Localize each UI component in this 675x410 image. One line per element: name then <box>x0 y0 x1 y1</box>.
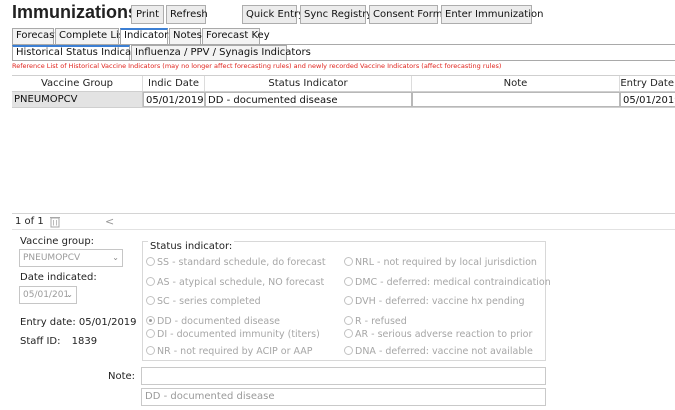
staff-id-label: Staff ID: <box>20 336 61 347</box>
status-option-ar[interactable]: AR - serious adverse reaction to prior <box>344 329 532 341</box>
subtab-divider <box>12 60 675 61</box>
entry-date-label: Entry date: <box>20 317 76 328</box>
tab-complete-list[interactable]: Complete List <box>55 28 128 44</box>
status-option-as[interactable]: AS - atypical schedule, NO forecast <box>146 277 324 289</box>
status-indicator-label: Status indicator: <box>148 241 235 252</box>
refresh-button[interactable]: Refresh <box>166 5 208 24</box>
vaccine-group-select[interactable]: PNEUMOPCV ⌄ <box>19 249 123 267</box>
status-option-sc[interactable]: SC - series completed <box>146 296 261 308</box>
delete-icon[interactable] <box>50 216 60 228</box>
cell-indic-date: 05/01/2019 <box>143 92 205 107</box>
vaccine-group-value: PNEUMOPCV <box>23 253 81 263</box>
column-header-indic-date[interactable]: Indic Date <box>143 76 205 91</box>
radio-icon <box>146 346 155 355</box>
radio-icon <box>146 257 155 266</box>
note-label: Note: <box>108 371 136 382</box>
radio-icon <box>344 257 353 266</box>
status-option-label: SS - standard schedule, do forecast <box>157 257 326 268</box>
date-indicated-picker[interactable]: 05/01/201 ⌄ <box>19 286 77 304</box>
status-option-label: DNA - deferred: vaccine not available <box>355 346 533 357</box>
pagination-bar: 1 of 1 < <box>12 213 675 229</box>
status-option-dd[interactable]: DD - documented disease <box>146 316 280 328</box>
radio-icon <box>344 346 353 355</box>
table-header: Vaccine Group Indic Date Status Indicato… <box>12 76 675 91</box>
status-option-label: AS - atypical schedule, NO forecast <box>157 277 325 288</box>
status-option-label: DD - documented disease <box>157 316 281 327</box>
status-option-dvh[interactable]: DVH - deferred: vaccine hx pending <box>344 296 525 308</box>
form-divider <box>12 229 675 230</box>
status-option-label: R - refused <box>355 316 407 327</box>
status-description-field: DD - documented disease <box>141 388 546 406</box>
reference-note: Reference List of Historical Vaccine Ind… <box>12 62 502 70</box>
status-option-label: DI - documented immunity (titers) <box>157 329 320 340</box>
status-option-r[interactable]: R - refused <box>344 316 407 328</box>
radio-icon <box>344 296 353 305</box>
page-title: Immunizations <box>12 2 139 22</box>
tab-influenza-ppv-synagis-indicators[interactable]: Influenza / PPV / Synagis Indicators <box>131 45 311 61</box>
chevron-down-icon: ⌄ <box>66 290 73 299</box>
column-header-status-indicator[interactable]: Status Indicator <box>205 76 412 91</box>
date-indicated-label: Date indicated: <box>20 272 97 283</box>
status-option-label: SC - series completed <box>157 296 261 307</box>
staff-id-value: 1839 <box>71 336 98 347</box>
cell-entry-date: 05/01/2019 <box>620 92 675 107</box>
page-count: 1 of 1 <box>15 216 44 227</box>
previous-page-button[interactable]: < <box>105 215 114 228</box>
tab-notes[interactable]: Notes <box>169 28 202 44</box>
status-option-dna[interactable]: DNA - deferred: vaccine not available <box>344 346 533 358</box>
tab-forecast[interactable]: Forecast <box>12 28 58 44</box>
status-option-di[interactable]: DI - documented immunity (titers) <box>146 329 320 341</box>
entry-date-row: Entry date: 05/01/2019 <box>20 317 137 328</box>
tab-historical-status-indicators[interactable]: Historical Status Indicators <box>12 45 150 61</box>
status-option-label: NRL - not required by local jurisdiction <box>355 257 537 268</box>
radio-icon <box>146 296 155 305</box>
indicators-table: Vaccine Group Indic Date Status Indicato… <box>12 75 675 211</box>
table-row[interactable]: PNEUMOPCV 05/01/2019 DD - documented dis… <box>12 91 675 108</box>
date-indicated-value: 05/01/201 <box>23 290 70 300</box>
radio-icon <box>344 277 353 286</box>
radio-icon <box>146 277 155 286</box>
status-option-label: DVH - deferred: vaccine hx pending <box>355 296 525 307</box>
status-option-label: NR - not required by ACIP or AAP <box>157 346 313 357</box>
cell-status-indicator: DD - documented disease <box>205 92 412 107</box>
vaccine-group-label: Vaccine group: <box>20 236 95 247</box>
consent-form-button[interactable]: Consent Form <box>369 5 442 24</box>
status-option-nrl[interactable]: NRL - not required by local jurisdiction <box>344 257 537 269</box>
tab-forecast-key[interactable]: Forecast Key <box>202 28 270 44</box>
toolbar: Immunizations Print Refresh Quick Entry … <box>0 0 675 28</box>
sync-registry-button[interactable]: Sync Registry <box>300 5 372 24</box>
cell-note <box>412 92 620 107</box>
status-option-dmc[interactable]: DMC - deferred: medical contraindication <box>344 277 551 289</box>
column-header-entry-date[interactable]: Entry Date <box>620 76 675 91</box>
radio-icon <box>344 316 353 325</box>
status-option-ss[interactable]: SS - standard schedule, do forecast <box>146 257 326 269</box>
cell-vaccine-group: PNEUMOPCV <box>12 92 143 107</box>
tab-indicators[interactable]: Indicators <box>120 28 173 44</box>
chevron-down-icon: ⌄ <box>112 253 119 262</box>
status-option-nr[interactable]: NR - not required by ACIP or AAP <box>146 346 313 358</box>
staff-id-row: Staff ID: 1839 <box>20 336 97 347</box>
quick-entry-button[interactable]: Quick Entry <box>242 5 304 24</box>
column-header-vaccine-group[interactable]: Vaccine Group <box>12 76 143 91</box>
radio-selected-icon <box>146 316 155 325</box>
entry-date-value: 05/01/2019 <box>78 317 137 328</box>
enter-immunization-button[interactable]: Enter Immunization <box>441 5 543 24</box>
column-header-note[interactable]: Note <box>412 76 620 91</box>
status-option-label: AR - serious adverse reaction to prior <box>355 329 533 340</box>
print-button[interactable]: Print <box>131 5 164 24</box>
radio-icon <box>146 329 155 338</box>
note-input[interactable] <box>141 367 546 385</box>
radio-icon <box>344 329 353 338</box>
status-option-label: DMC - deferred: medical contraindication <box>355 277 551 288</box>
